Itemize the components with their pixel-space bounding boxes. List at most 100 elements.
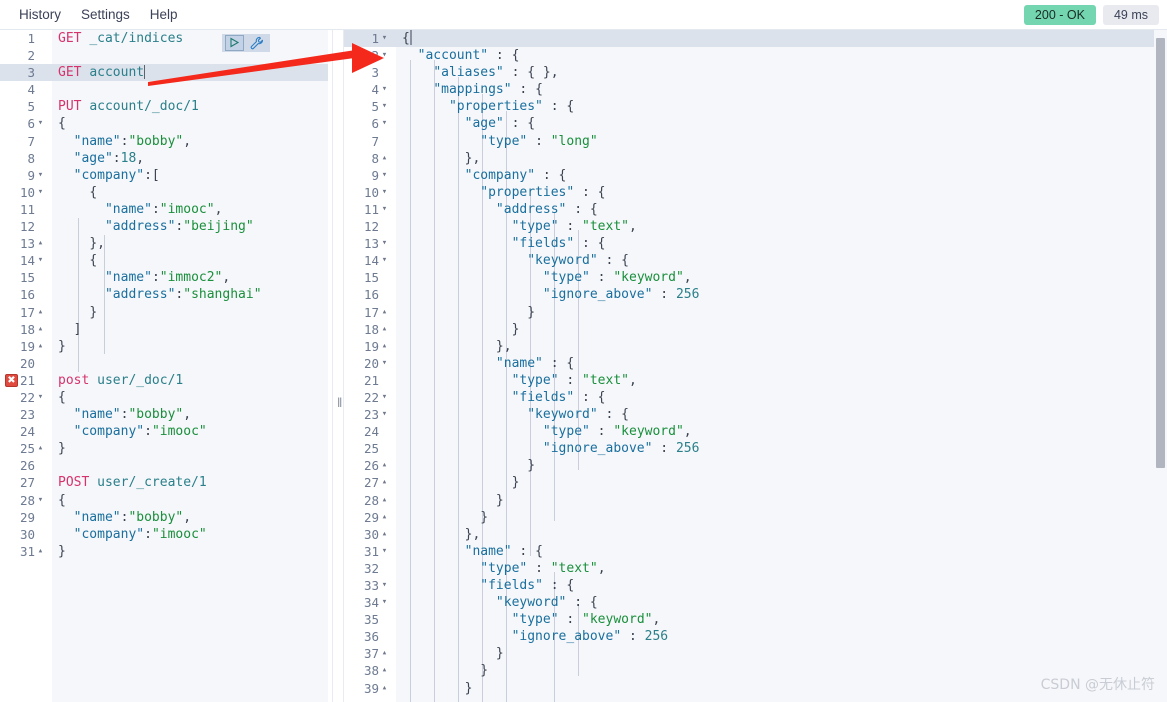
gutter-row[interactable]: 19 ▴ [0, 338, 52, 355]
code-line[interactable]: "age" : { [396, 115, 1167, 132]
fold-expand-icon[interactable]: ▴ [379, 526, 390, 543]
gutter-row[interactable]: 24 [0, 423, 52, 440]
code-line[interactable]: }, [396, 338, 1167, 355]
code-row[interactable]: } [396, 474, 1167, 491]
code-row[interactable]: } [52, 440, 328, 457]
menu-help[interactable]: Help [141, 3, 187, 26]
code-line[interactable]: "fields" : { [396, 389, 1167, 406]
fold-collapse-icon[interactable]: ▾ [35, 389, 46, 406]
code-line[interactable]: } [396, 304, 1167, 321]
code-line[interactable]: } [52, 304, 328, 321]
code-line[interactable]: "company":"imooc" [52, 526, 328, 543]
gutter-row[interactable]: 8 [0, 150, 52, 167]
gutter-row[interactable]: 31 ▴ [0, 543, 52, 560]
error-marker-icon[interactable]: ✖ [5, 373, 18, 387]
code-row[interactable]: "company":"imooc" [52, 526, 328, 543]
gutter-row[interactable]: 16 [0, 286, 52, 303]
fold-collapse-icon[interactable]: ▾ [379, 406, 390, 423]
code-row[interactable]: POST user/_create/1 [52, 474, 328, 491]
gutter-row[interactable]: 33 ▾ [344, 577, 396, 594]
code-line[interactable]: } [396, 509, 1167, 526]
gutter-row[interactable]: 15 [344, 269, 396, 286]
gutter-row[interactable]: 12 [0, 218, 52, 235]
code-row[interactable]: "address":"shanghai" [52, 286, 328, 303]
gutter-row[interactable]: 9 ▾ [344, 167, 396, 184]
fold-expand-icon[interactable]: ▴ [379, 662, 390, 679]
gutter-row[interactable]: 1 [0, 30, 52, 47]
code-row[interactable]: "account" : { [396, 47, 1167, 64]
code-line[interactable]: "keyword" : { [396, 406, 1167, 423]
code-line[interactable]: "mappings" : { [396, 81, 1167, 98]
code-line[interactable]: "company":[ [52, 167, 328, 184]
code-row[interactable]: { [52, 492, 328, 509]
code-line[interactable]: "company" : { [396, 167, 1167, 184]
code-line[interactable]: } [52, 543, 328, 560]
gutter-row[interactable]: 7 [0, 133, 52, 150]
gutter-row[interactable]: 22 ▾ [0, 389, 52, 406]
gutter-row[interactable]: 27 [0, 474, 52, 491]
code-line[interactable]: POST user/_create/1 [52, 474, 328, 491]
gutter-row[interactable]: 21 [344, 372, 396, 389]
fold-expand-icon[interactable]: ▴ [379, 492, 390, 509]
gutter-row[interactable]: 12 [344, 218, 396, 235]
code-row[interactable]: } [396, 645, 1167, 662]
code-row[interactable]: post user/_doc/1 [52, 372, 328, 389]
code-row[interactable]: "keyword" : { [396, 252, 1167, 269]
code-line[interactable]: "properties" : { [396, 98, 1167, 115]
code-line[interactable]: "type" : "text", [396, 372, 1167, 389]
response-scrollbar-thumb[interactable] [1156, 38, 1165, 468]
response-viewer-code[interactable]: { "account" : { "aliases" : { }, "mappin… [396, 30, 1167, 702]
code-row[interactable]: "address":"beijing" [52, 218, 328, 235]
code-row[interactable]: } [396, 321, 1167, 338]
code-row[interactable]: { [52, 252, 328, 269]
menu-settings[interactable]: Settings [72, 3, 139, 26]
code-row[interactable] [52, 47, 328, 64]
gutter-row[interactable]: 31 ▾ [344, 543, 396, 560]
fold-collapse-icon[interactable]: ▾ [379, 355, 390, 372]
code-row[interactable]: "type" : "long" [396, 133, 1167, 150]
gutter-row[interactable]: 2 [0, 47, 52, 64]
gutter-row[interactable]: 17 ▴ [0, 304, 52, 321]
code-row[interactable]: "age":18, [52, 150, 328, 167]
code-row[interactable] [52, 457, 328, 474]
code-line[interactable]: "age":18, [52, 150, 328, 167]
code-line[interactable]: } [396, 457, 1167, 474]
code-line[interactable]: "name":"bobby", [52, 509, 328, 526]
gutter-row[interactable]: 13 ▴ [0, 235, 52, 252]
code-line[interactable]: "ignore_above" : 256 [396, 286, 1167, 303]
code-row[interactable]: }, [396, 526, 1167, 543]
fold-expand-icon[interactable]: ▴ [35, 440, 46, 457]
code-line[interactable]: "type" : "keyword", [396, 611, 1167, 628]
code-line[interactable]: { [52, 389, 328, 406]
code-row[interactable]: "name" : { [396, 543, 1167, 560]
gutter-row[interactable]: 25 ▴ [0, 440, 52, 457]
code-row[interactable]: "name":"bobby", [52, 133, 328, 150]
code-row[interactable]: "ignore_above" : 256 [396, 440, 1167, 457]
request-editor-gutter[interactable]: 1 2 3 4 5 6 ▾ 7 8 9 ▾ 10 ▾ 11 12 13 ▴ 14 ▾ 15 16 17 ▴ 18 ▴ 19 ▴ 20 ✖… [0, 30, 52, 702]
code-line[interactable]: } [396, 492, 1167, 509]
code-line[interactable]: GET _cat/indices [52, 30, 328, 47]
menu-history[interactable]: History [10, 3, 70, 26]
splitter-grip-icon[interactable]: ‖ [337, 396, 342, 409]
code-row[interactable]: }, [396, 150, 1167, 167]
gutter-row[interactable]: 29 ▴ [344, 509, 396, 526]
gutter-row[interactable]: 28 ▴ [344, 492, 396, 509]
gutter-row[interactable]: 11 ▾ [344, 201, 396, 218]
response-scrollbar-track[interactable] [1154, 30, 1167, 702]
code-row[interactable]: "fields" : { [396, 235, 1167, 252]
fold-collapse-icon[interactable]: ▾ [379, 184, 390, 201]
code-line[interactable]: "ignore_above" : 256 [396, 440, 1167, 457]
gutter-row[interactable]: 39 ▴ [344, 680, 396, 697]
gutter-row[interactable]: 18 ▴ [0, 321, 52, 338]
gutter-row[interactable]: 27 ▴ [344, 474, 396, 491]
code-row[interactable]: "address" : { [396, 201, 1167, 218]
code-line[interactable]: } [52, 440, 328, 457]
code-line[interactable]: "type" : "keyword", [396, 269, 1167, 286]
gutter-row[interactable]: 5 [0, 98, 52, 115]
response-viewer-pane[interactable]: 1 ▾ 2 ▾ 3 4 ▾ 5 ▾ 6 ▾ 7 8 ▴ 9 ▾ 10 ▾ 11 ▾ 12 13 ▾ 14 ▾ 15 16 17 ▴ 18 ▴… [344, 30, 1167, 702]
fold-collapse-icon[interactable]: ▾ [379, 201, 390, 218]
code-row[interactable]: "type" : "text", [396, 560, 1167, 577]
code-line[interactable] [52, 81, 328, 98]
gutter-row[interactable]: 37 ▴ [344, 645, 396, 662]
fold-collapse-icon[interactable]: ▾ [379, 47, 390, 64]
